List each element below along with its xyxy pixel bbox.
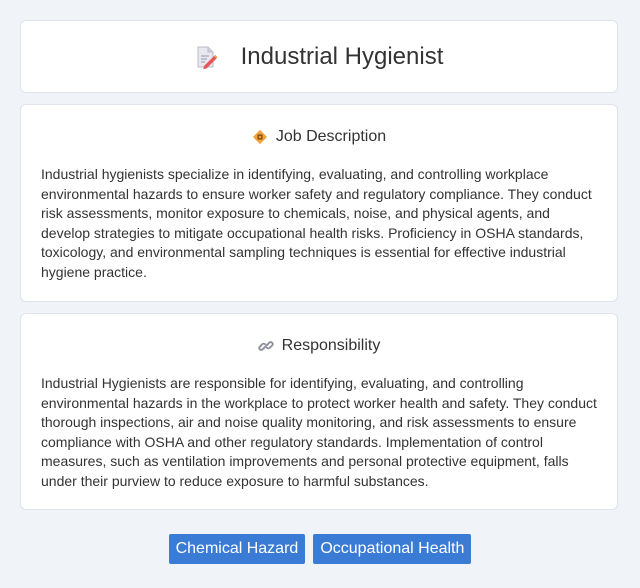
responsibility-title: Responsibility bbox=[281, 337, 381, 354]
responsibility-card: Responsibility Industrial Hygienists are… bbox=[20, 313, 618, 510]
tag-occupational-health[interactable]: Occupational Health bbox=[313, 534, 472, 564]
page-title: Industrial Hygienist bbox=[240, 42, 444, 70]
responsibility-text: Industrial Hygienists are responsible fo… bbox=[41, 375, 597, 489]
responsibility-header: Responsibility bbox=[41, 336, 597, 356]
job-description-title: Job Description bbox=[275, 128, 387, 145]
job-description-text: Industrial hygienists specialize in iden… bbox=[41, 166, 592, 280]
link-icon bbox=[258, 338, 274, 354]
tag-chemical-hazard[interactable]: Chemical Hazard bbox=[168, 534, 306, 564]
diamond-badge-icon bbox=[252, 129, 268, 145]
job-description-card: Job Description Industrial hygienists sp… bbox=[20, 104, 618, 302]
job-description-header: Job Description bbox=[41, 127, 597, 147]
tag-list: Chemical Hazard Occupational Health bbox=[0, 534, 640, 564]
document-pencil-icon bbox=[195, 45, 218, 69]
title-card: Industrial Hygienist bbox=[20, 20, 618, 93]
